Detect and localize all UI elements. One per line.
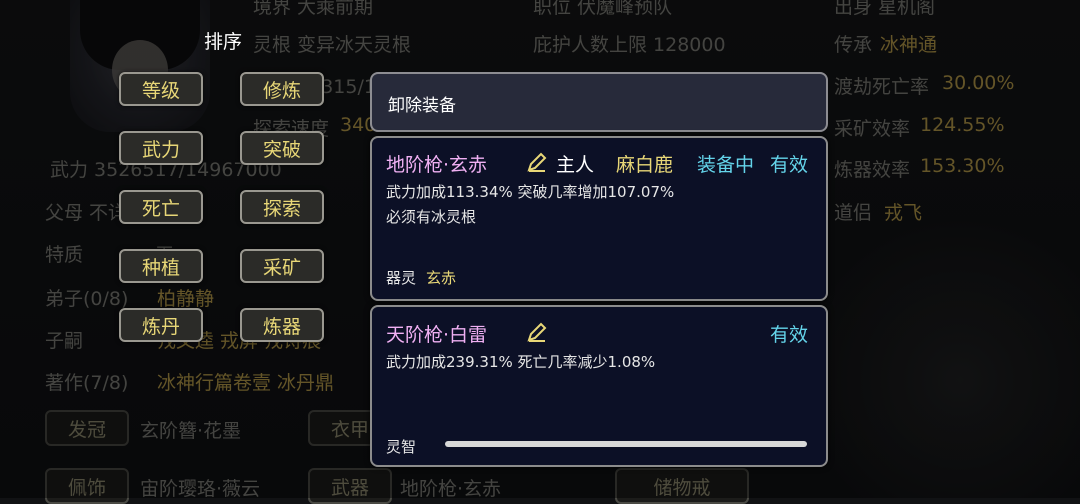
card1-spirit-label: 器灵: [386, 269, 417, 287]
card2-effect1: 武力加成239.31% 死亡几率减少1.08%: [386, 353, 656, 371]
sort-forging-button[interactable]: 炼器: [240, 308, 324, 342]
card1-valid-status: 有效: [770, 154, 809, 176]
sort-alchemy-button[interactable]: 炼丹: [119, 308, 203, 342]
sort-planting-button[interactable]: 种植: [119, 249, 203, 283]
card1-effect1: 武力加成113.34% 突破几率增加107.07%: [386, 183, 675, 201]
card1-owner-label: 主人: [556, 154, 595, 176]
card2-name: 天阶枪·白雷: [386, 324, 488, 346]
card2-valid-status: 有效: [770, 324, 809, 346]
card1-spirit-value: 玄赤: [426, 269, 457, 287]
card1-name: 地阶枪·玄赤: [386, 154, 488, 176]
sort-mining-button[interactable]: 采矿: [240, 249, 324, 283]
sort-force-button[interactable]: 武力: [119, 131, 203, 165]
card2-wisdom-bar: [445, 441, 807, 447]
sort-death-button[interactable]: 死亡: [119, 190, 203, 224]
sort-explore-button[interactable]: 探索: [240, 190, 324, 224]
card2-wisdom-label: 灵智: [386, 438, 417, 456]
sort-level-button[interactable]: 等级: [119, 72, 203, 106]
sort-cultivation-button[interactable]: 修炼: [240, 72, 324, 106]
card1-owner: 麻白鹿: [616, 154, 674, 176]
sort-breakthrough-button[interactable]: 突破: [240, 131, 324, 165]
edit-pencil-icon[interactable]: [526, 321, 548, 343]
unequip-button[interactable]: 卸除装备: [370, 72, 828, 132]
card1-equipped-status: 装备中: [697, 154, 755, 176]
unequip-label: 卸除装备: [388, 96, 456, 116]
edit-pencil-icon[interactable]: [526, 151, 548, 173]
sort-title: 排序: [204, 31, 243, 53]
card1-effect2: 必须有冰灵根: [386, 208, 477, 226]
